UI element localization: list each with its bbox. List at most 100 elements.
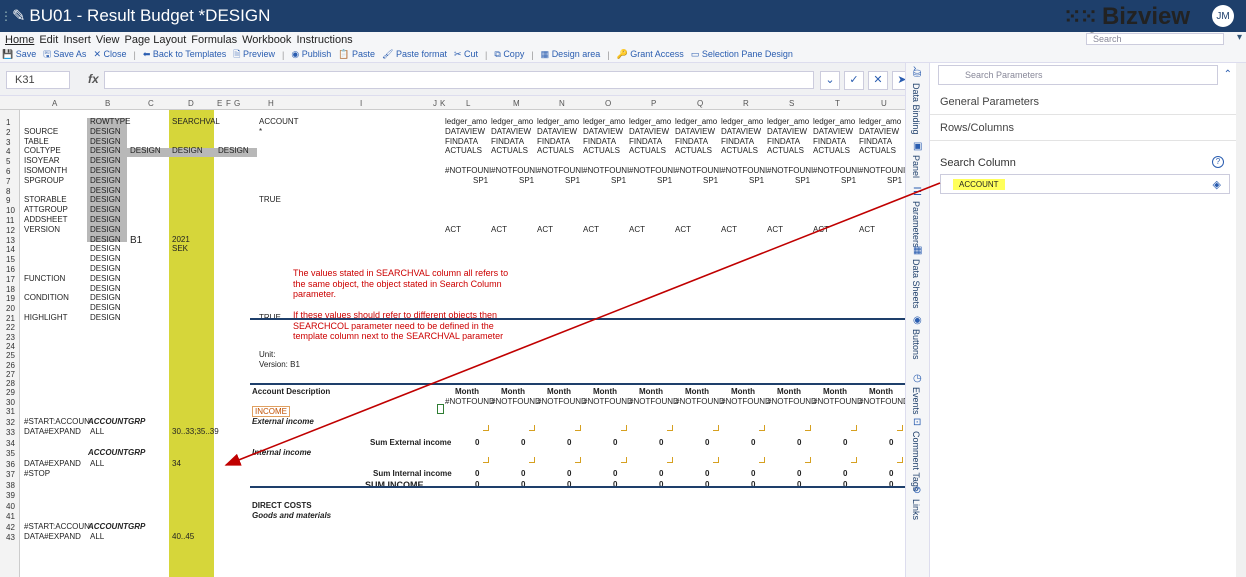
cell-findata[interactable]: FINDATA — [721, 137, 754, 146]
cell-act[interactable]: ACT — [583, 225, 599, 234]
chevron-down-icon[interactable]: ▾ — [1237, 32, 1242, 43]
input-cell-marker[interactable] — [529, 425, 535, 431]
row-header[interactable]: 33 — [6, 428, 15, 437]
menu-item-edit[interactable]: Edit — [39, 34, 58, 46]
cell-design[interactable]: DESIGN — [90, 176, 121, 185]
cell-a[interactable]: HIGHLIGHT — [24, 313, 68, 322]
cell-findata[interactable]: FINDATA — [583, 137, 616, 146]
col-header-i[interactable]: I — [360, 99, 362, 108]
cell-notfound[interactable]: #NOTFOUNI — [767, 166, 813, 175]
ribbon-close-button[interactable]: ✕ Close — [93, 49, 126, 60]
row-header[interactable]: 17 — [6, 275, 15, 284]
row-header[interactable]: 31 — [6, 407, 15, 416]
cell-dataview[interactable]: DATAVIEW — [491, 127, 531, 136]
cell-searchval-header[interactable]: SEARCHVAL — [172, 117, 220, 126]
col-header-h[interactable]: H — [268, 99, 274, 108]
cell-design[interactable]: DESIGN — [90, 215, 121, 224]
side-tab-buttons[interactable]: Buttons — [911, 329, 921, 360]
row-header[interactable]: 37 — [6, 470, 15, 479]
input-cell-marker[interactable] — [851, 456, 857, 463]
cell-sp1[interactable]: SP1 — [611, 176, 626, 185]
row-header[interactable]: 12 — [6, 226, 15, 235]
row-header[interactable]: 35 — [6, 449, 15, 458]
col-header-f[interactable]: F — [226, 99, 231, 108]
row-header[interactable]: 1 — [6, 118, 10, 127]
input-cell-marker[interactable] — [759, 425, 765, 431]
cell-a[interactable]: ISOMONTH — [24, 166, 67, 175]
cell-design[interactable]: DESIGN — [90, 146, 121, 155]
cell-dataview[interactable]: DATAVIEW — [767, 127, 807, 136]
section-general-parameters[interactable]: General Parameters — [930, 89, 1246, 115]
cell-notfound2[interactable]: #NOTFOUND — [583, 397, 633, 406]
menu-item-page-layout[interactable]: Page Layout — [124, 34, 186, 46]
cell-notfound[interactable]: #NOTFOUNI — [445, 166, 491, 175]
cell-design[interactable]: DESIGN — [90, 166, 121, 175]
cell-dataview[interactable]: DATAVIEW — [859, 127, 899, 136]
side-tab-links[interactable]: Links — [911, 499, 921, 520]
side-tab-parameters[interactable]: Parameters — [911, 201, 921, 248]
input-cell-marker[interactable] — [529, 456, 535, 463]
cell-zero[interactable]: 0 — [659, 438, 663, 447]
row-header[interactable]: 28 — [6, 379, 15, 388]
cell-month[interactable]: Month — [455, 387, 479, 396]
cell-year[interactable]: 2021 — [172, 235, 190, 244]
side-tab-comment-tags[interactable]: Comment Tags — [911, 431, 921, 491]
cell-data-expand[interactable]: DATA#EXPAND — [24, 427, 81, 436]
cell-a[interactable]: VERSION — [24, 225, 60, 234]
input-cell-marker[interactable] — [667, 456, 673, 463]
cell-findata[interactable]: FINDATA — [445, 137, 478, 146]
side-tab-events[interactable]: Events — [911, 387, 921, 415]
side-tab-icon-2[interactable]: ☰ — [913, 187, 922, 198]
expand-chevron-icon[interactable]: › — [913, 63, 916, 74]
col-header-s[interactable]: S — [789, 99, 794, 108]
fx-icon[interactable]: fx — [88, 72, 99, 86]
cell-notfound2[interactable]: #NOTFOUND — [813, 397, 863, 406]
cell-design[interactable]: DESIGN — [172, 146, 203, 155]
cell-notfound2[interactable]: #NOTFOUND — [537, 397, 587, 406]
cell-sum-income[interactable]: SUM INCOME — [365, 480, 424, 490]
cell-range[interactable]: 40..45 — [172, 532, 194, 541]
input-cell-marker[interactable] — [805, 456, 811, 463]
cell-zero[interactable]: 0 — [705, 469, 709, 478]
cell-dataview[interactable]: DATAVIEW — [721, 127, 761, 136]
cell-sp1[interactable]: SP1 — [657, 176, 672, 185]
row-header[interactable]: 36 — [6, 460, 15, 469]
cell-zero[interactable]: 0 — [567, 469, 571, 478]
cell-dataview[interactable]: DATAVIEW — [813, 127, 853, 136]
cell-sp1[interactable]: SP1 — [749, 176, 764, 185]
layers-icon[interactable]: ◈ — [1213, 178, 1221, 191]
col-header-u[interactable]: U — [881, 99, 887, 108]
cell-notfound[interactable]: #NOTFOUNI — [537, 166, 583, 175]
side-tab-icon-7[interactable]: ⊘ — [913, 485, 921, 496]
cell-all[interactable]: ALL — [90, 427, 104, 436]
row-header[interactable]: 7 — [6, 177, 10, 186]
drag-handle-icon[interactable]: ⋮ — [0, 9, 12, 23]
cell-a[interactable]: ATTGROUP — [24, 205, 68, 214]
cell-internal-income[interactable]: Internal income — [252, 448, 311, 457]
cell-version-label[interactable]: Version: B1 — [259, 360, 300, 369]
cell-range[interactable]: 34 — [172, 459, 181, 468]
input-cell-marker[interactable] — [897, 425, 903, 431]
ribbon-save-button[interactable]: 💾 Save — [2, 49, 36, 60]
row-header[interactable]: 2 — [6, 128, 10, 137]
cell-ledger[interactable]: ledger_amo — [491, 117, 533, 126]
cell-sp1[interactable]: SP1 — [841, 176, 856, 185]
cell-a[interactable]: FUNCTION — [24, 274, 65, 283]
row-header[interactable]: 23 — [6, 333, 15, 342]
cell-act[interactable]: ACT — [767, 225, 783, 234]
cell-sum-external[interactable]: Sum External income — [370, 438, 451, 447]
col-header-g[interactable]: G — [234, 99, 240, 108]
cancel-x-icon[interactable]: ✕ — [868, 71, 888, 90]
cell-design[interactable]: DESIGN — [90, 156, 121, 165]
ribbon-cut-button[interactable]: ✂ Cut — [454, 49, 478, 60]
row-header[interactable]: 3 — [6, 138, 10, 147]
row-header[interactable]: 29 — [6, 388, 15, 397]
cell-actuals[interactable]: ACTUALS — [675, 146, 712, 155]
cell-sp1[interactable]: SP1 — [565, 176, 580, 185]
col-header-j[interactable]: J — [433, 99, 437, 108]
side-tab-icon-3[interactable]: ▦ — [913, 245, 922, 256]
side-tab-panel[interactable]: Panel — [911, 155, 921, 178]
menu-item-instructions[interactable]: Instructions — [296, 34, 352, 46]
cell-design[interactable]: DESIGN — [90, 186, 121, 195]
row-header[interactable]: 26 — [6, 361, 15, 370]
